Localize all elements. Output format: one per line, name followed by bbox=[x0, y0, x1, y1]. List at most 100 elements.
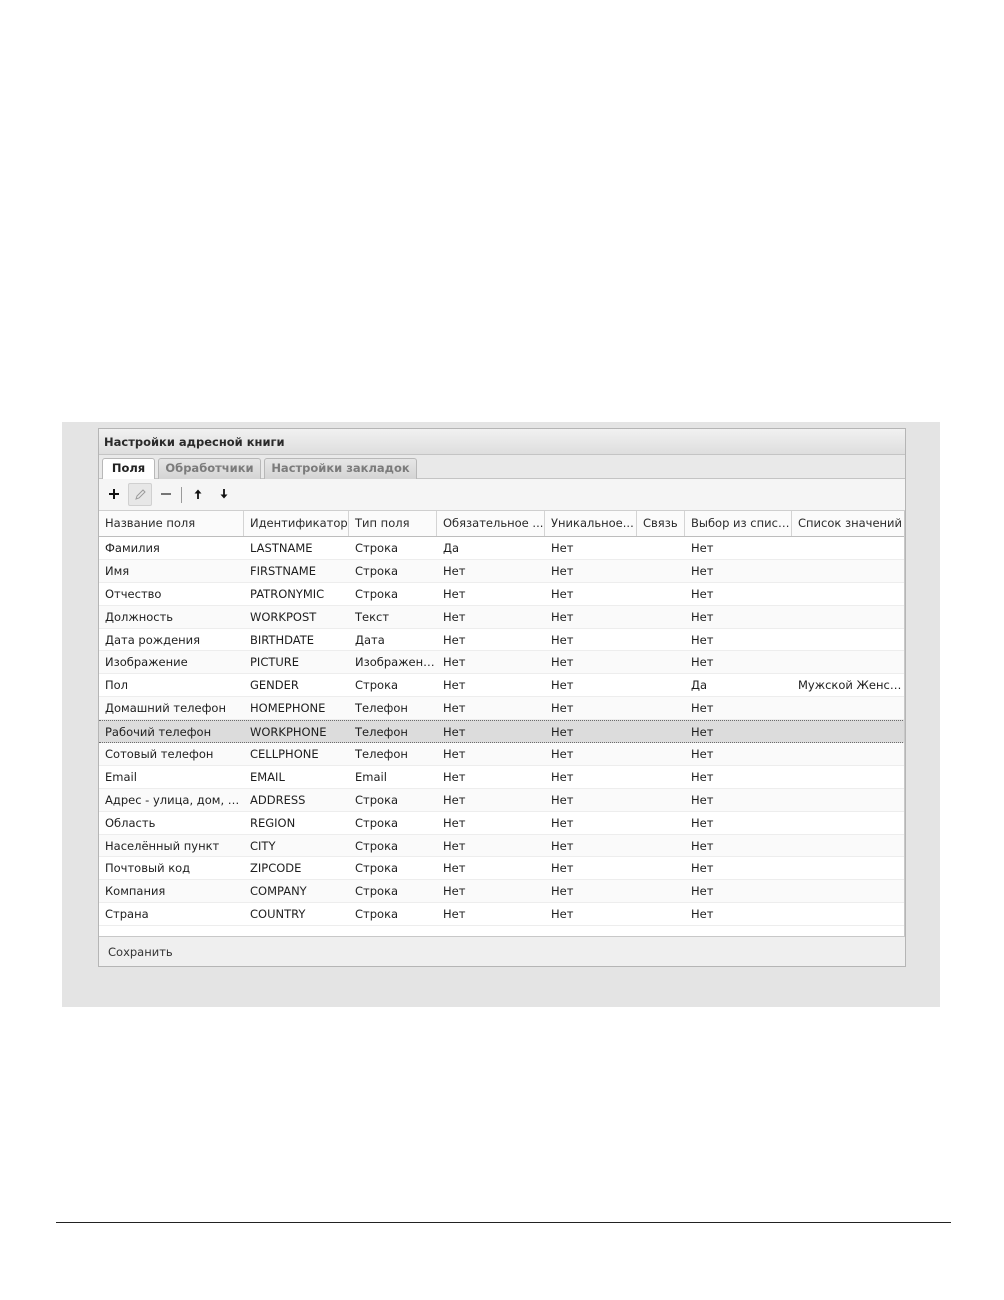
cell-required: Нет bbox=[443, 678, 466, 693]
cell-field-type: Телефон bbox=[355, 725, 408, 740]
table-row[interactable]: Населённый пункт CITY Строка Нет Нет Нет bbox=[99, 834, 905, 858]
column-header-required[interactable]: Обязательное ... bbox=[437, 511, 545, 536]
add-button[interactable] bbox=[102, 483, 126, 506]
cell-choose-from-list: Нет bbox=[691, 861, 714, 876]
table-row[interactable]: Email EMAIL Email Нет Нет Нет bbox=[99, 766, 905, 789]
column-header-choose-from-list[interactable]: Выбор из списка bbox=[685, 511, 792, 536]
table-row[interactable]: Компания COMPANY Строка Нет Нет Нет bbox=[99, 880, 905, 904]
address-book-settings-window: Настройки адресной книги Поля Обработчик… bbox=[98, 428, 906, 967]
cell-value-list bbox=[792, 629, 905, 651]
column-header-field-name[interactable]: Название поля bbox=[99, 511, 244, 536]
save-button[interactable]: Сохранить bbox=[108, 945, 173, 959]
cell-required: Нет bbox=[443, 725, 466, 740]
cell-required: Нет bbox=[443, 586, 466, 601]
cell-link bbox=[637, 674, 685, 696]
cell-identifier: ZIPCODE bbox=[250, 861, 302, 876]
cell-unique: Нет bbox=[551, 747, 574, 762]
cell-field-type: Email bbox=[355, 769, 387, 784]
cell-identifier: WORKPOST bbox=[250, 609, 317, 624]
cell-identifier: EMAIL bbox=[250, 769, 285, 784]
table-row[interactable]: Рабочий телефон WORKPHONE Телефон Нет Нет Нет bbox=[99, 720, 905, 744]
cell-value-list bbox=[792, 583, 905, 605]
table-row[interactable]: Имя FIRSTNAME Строка Нет Нет Нет bbox=[99, 559, 905, 583]
arrow-up-icon bbox=[194, 489, 202, 499]
cell-field-name: Дата рождения bbox=[105, 632, 201, 647]
cell-value-list bbox=[792, 721, 905, 743]
table-row[interactable]: Дата рождения BIRTHDATE Дата Нет Нет Нет bbox=[99, 629, 905, 652]
cell-field-type: Строка bbox=[355, 907, 399, 922]
cell-field-type: Строка bbox=[355, 563, 399, 578]
move-down-button[interactable] bbox=[212, 483, 236, 506]
cell-field-name: Домашний телефон bbox=[105, 701, 226, 716]
cell-required: Нет bbox=[443, 792, 466, 807]
cell-field-name: Почтовый код bbox=[105, 861, 191, 876]
window-header: Настройки адресной книги bbox=[99, 429, 905, 455]
move-up-button[interactable] bbox=[186, 483, 210, 506]
column-header-field-type[interactable]: Тип поля bbox=[349, 511, 437, 536]
cell-choose-from-list: Нет bbox=[691, 586, 714, 601]
table-row[interactable]: Изображение PICTURE Изображение Нет Нет Нет bbox=[99, 651, 905, 675]
cell-value-list bbox=[792, 697, 905, 719]
tab-fields[interactable]: Поля bbox=[102, 458, 155, 480]
cell-link bbox=[637, 606, 685, 628]
edit-button[interactable] bbox=[128, 483, 152, 506]
table-row[interactable]: Почтовый код ZIPCODE Строка Нет Нет Нет bbox=[99, 857, 905, 881]
cell-field-type: Строка bbox=[355, 884, 399, 899]
cell-required: Нет bbox=[443, 701, 466, 716]
cell-identifier: FIRSTNAME bbox=[250, 563, 316, 578]
cell-identifier: WORKPHONE bbox=[250, 725, 327, 740]
table-row[interactable]: Отчество PATRONYMIC Строка Нет Нет Нет bbox=[99, 583, 905, 606]
cell-link bbox=[637, 743, 685, 765]
cell-link bbox=[637, 835, 685, 857]
arrow-down-icon bbox=[220, 489, 228, 499]
cell-unique: Нет bbox=[551, 838, 574, 853]
cell-choose-from-list: Да bbox=[691, 678, 708, 693]
tab-bookmark-settings[interactable]: Настройки закладок bbox=[264, 458, 417, 479]
cell-identifier: REGION bbox=[250, 815, 296, 830]
cell-unique: Нет bbox=[551, 725, 574, 740]
table-row[interactable]: Область REGION Строка Нет Нет Нет bbox=[99, 812, 905, 835]
cell-field-name: Фамилия bbox=[105, 541, 160, 555]
window-footer: Сохранить bbox=[99, 936, 905, 966]
table-row[interactable]: Домашний телефон HOMEPHONE Телефон Нет Нет Не… bbox=[99, 697, 905, 721]
cell-choose-from-list: Нет bbox=[691, 541, 714, 555]
cell-value-list bbox=[792, 812, 905, 834]
cell-choose-from-list: Нет bbox=[691, 838, 714, 853]
remove-button[interactable] bbox=[154, 483, 178, 506]
cell-required: Нет bbox=[443, 884, 466, 899]
table-row[interactable]: Пол GENDER Строка Нет Нет Да Мужской Женск... bbox=[99, 674, 905, 698]
cell-unique: Нет bbox=[551, 792, 574, 807]
cell-required: Нет bbox=[443, 747, 466, 762]
cell-link bbox=[637, 812, 685, 834]
cell-unique: Нет bbox=[551, 678, 574, 693]
table-row[interactable]: Страна COUNTRY Строка Нет Нет Нет bbox=[99, 903, 905, 927]
column-header-unique[interactable]: Уникальное... bbox=[545, 511, 637, 536]
tab-bar: Поля Обработчики Настройки закладок bbox=[99, 455, 905, 480]
page-footer-rule bbox=[56, 1222, 951, 1223]
cell-link bbox=[637, 880, 685, 902]
cell-unique: Нет bbox=[551, 586, 574, 601]
cell-value-list bbox=[792, 651, 905, 673]
column-header-value-list[interactable]: Список значений bbox=[792, 511, 905, 536]
table-row[interactable]: Сотовый телефон CELLPHONE Телефон Нет Нет Нет bbox=[99, 743, 905, 766]
table-row[interactable]: Адрес - улица, дом, кв. ADDRESS Строка Нет Н… bbox=[99, 788, 905, 812]
cell-choose-from-list: Нет bbox=[691, 632, 714, 647]
cell-choose-from-list: Нет bbox=[691, 609, 714, 624]
toolbar bbox=[99, 479, 905, 511]
cell-value-list bbox=[792, 606, 905, 628]
cell-field-type: Телефон bbox=[355, 747, 408, 762]
column-header-link[interactable]: Связь bbox=[637, 511, 685, 536]
cell-choose-from-list: Нет bbox=[691, 884, 714, 899]
cell-required: Да bbox=[443, 541, 460, 555]
table-row[interactable]: Должность WORKPOST Текст Нет Нет Нет bbox=[99, 605, 905, 629]
cell-identifier: LASTNAME bbox=[250, 541, 313, 555]
column-header-identifier[interactable]: Идентификатор bbox=[244, 511, 349, 536]
tab-handlers[interactable]: Обработчики bbox=[158, 458, 261, 479]
cell-required: Нет bbox=[443, 609, 466, 624]
cell-field-type: Строка bbox=[355, 815, 399, 830]
table-row[interactable]: Фамилия LASTNAME Строка Да Нет Нет bbox=[99, 537, 905, 560]
cell-unique: Нет bbox=[551, 815, 574, 830]
cell-link bbox=[637, 857, 685, 879]
cell-value-list bbox=[792, 857, 905, 879]
cell-unique: Нет bbox=[551, 861, 574, 876]
